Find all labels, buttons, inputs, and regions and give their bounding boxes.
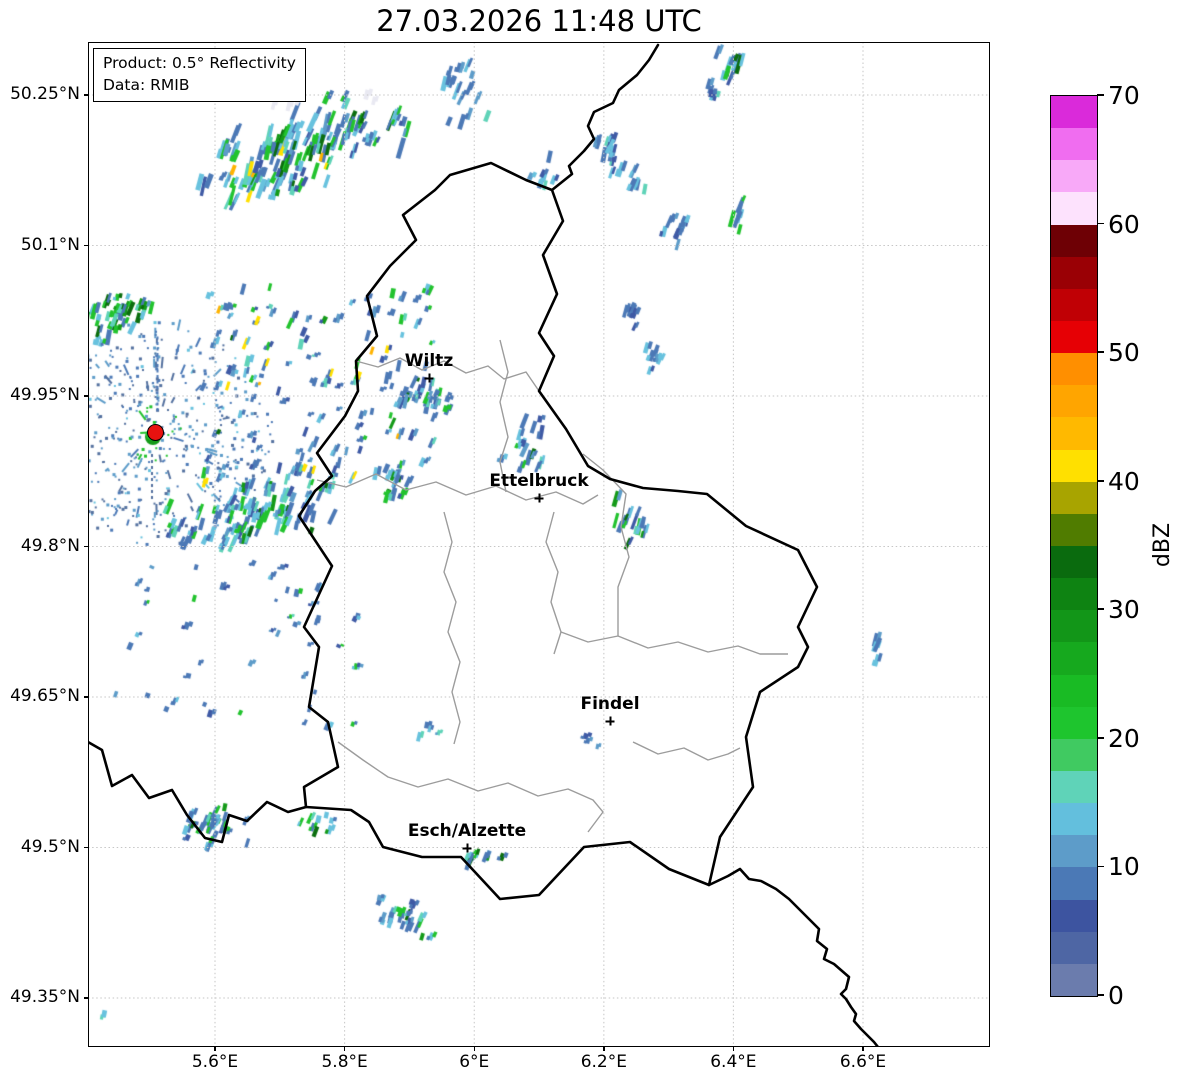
product-info-line: Product: 0.5° Reflectivity [103, 54, 296, 72]
x-tick-mark [473, 1047, 475, 1051]
colorbar-tick-mark [1097, 94, 1104, 96]
colorbar-segment [1051, 256, 1097, 289]
colorbar-segment [1051, 96, 1097, 129]
colorbar-tick-mark [1097, 351, 1104, 354]
colorbar-tick-mark [1097, 994, 1104, 996]
x-tick-mark [214, 1047, 216, 1051]
y-tick-mark [84, 846, 88, 849]
y-tick-label: 49.8°N [20, 535, 80, 556]
city-label-esch-alzette: Esch/Alzette [407, 821, 527, 841]
colorbar-tick-label: 0 [1108, 981, 1124, 1010]
x-tick-label: 6°E [459, 1052, 490, 1072]
map-borders-layer [88, 42, 990, 1047]
city-label-wiltz: Wiltz [404, 351, 454, 371]
colorbar-segment [1051, 192, 1097, 225]
colorbar-segment [1051, 449, 1097, 482]
colorbar-segment [1051, 385, 1097, 418]
x-tick-label: 6.4°E [710, 1052, 757, 1072]
y-tick-label: 49.95°N [10, 384, 80, 405]
colorbar-tick-mark [1097, 865, 1104, 868]
city-marker-wiltz [424, 373, 434, 383]
colorbar-tick-mark [1097, 222, 1104, 225]
colorbar-tick-mark [1097, 608, 1104, 611]
city-marker-ettelbruck [534, 493, 544, 503]
district-borders [316, 339, 788, 833]
colorbar-segment [1051, 899, 1097, 932]
reflectivity-colorbar [1050, 95, 1098, 997]
colorbar-tick-label: 60 [1108, 209, 1140, 239]
colorbar-segment [1051, 417, 1097, 450]
colorbar-tick-mark [1097, 736, 1104, 739]
x-tick-mark [732, 1047, 735, 1051]
x-tick-label: 5.8°E [321, 1052, 368, 1072]
radar-figure: 27.03.2026 11:48 UTC Product: 0.5° Refle… [0, 0, 1184, 1081]
colorbar-segment [1051, 835, 1097, 868]
radar-site-marker [146, 423, 164, 441]
colorbar-segment [1051, 320, 1097, 354]
y-tick-label: 50.25°N [10, 83, 80, 104]
y-tick-label: 49.35°N [10, 986, 80, 1007]
colorbar-segment [1051, 578, 1097, 611]
colorbar-segment [1051, 288, 1097, 321]
colorbar-segment [1051, 738, 1097, 771]
x-tick-mark [603, 1047, 605, 1051]
data-source-line: Data: RMIB [103, 75, 190, 94]
belgium-germany-border [550, 43, 660, 192]
x-tick-mark [344, 1047, 346, 1051]
colorbar-tick-label: 30 [1108, 595, 1140, 625]
y-tick-mark [84, 696, 88, 698]
colorbar-segment [1051, 224, 1097, 257]
city-label-ettelbruck: Ettelbruck [489, 471, 589, 491]
colorbar-segment [1051, 610, 1097, 643]
city-marker-findel [605, 716, 615, 726]
colorbar-segment [1051, 931, 1097, 964]
colorbar-tick-label: 70 [1108, 81, 1140, 110]
colorbar-segment [1051, 545, 1097, 579]
colorbar-segment [1051, 803, 1097, 836]
colorbar-segment [1051, 706, 1097, 739]
x-tick-label: 6.2°E [580, 1052, 627, 1072]
colorbar-segment [1051, 513, 1097, 546]
colorbar-segment [1051, 481, 1097, 514]
y-tick-label: 49.65°N [10, 685, 80, 706]
y-tick-mark [84, 244, 88, 247]
colorbar-segment [1051, 160, 1097, 193]
x-tick-label: 6.6°E [839, 1052, 887, 1072]
country-borders [88, 43, 880, 1047]
colorbar-tick-label: 40 [1108, 466, 1140, 496]
y-tick-mark [84, 94, 88, 96]
city-label-findel: Findel [580, 694, 640, 714]
colorbar-tick-mark [1097, 479, 1104, 482]
colorbar-tick-label: 10 [1108, 852, 1140, 882]
france-germany-border [707, 867, 880, 1047]
city-marker-esch-alzette [462, 843, 472, 853]
colorbar-unit-label: dBZ [1150, 522, 1175, 568]
x-tick-label: 5.6°E [191, 1052, 239, 1072]
colorbar-segment [1051, 770, 1097, 804]
y-tick-mark [84, 395, 88, 397]
y-tick-mark [84, 997, 88, 999]
colorbar-tick-label: 20 [1108, 723, 1140, 753]
colorbar-segment [1051, 128, 1097, 161]
y-tick-mark [84, 545, 88, 548]
colorbar-segment [1051, 353, 1097, 386]
luxembourg-border [297, 161, 819, 901]
colorbar-segment [1051, 867, 1097, 900]
x-tick-mark [862, 1047, 864, 1051]
france-belgium-border [88, 740, 308, 844]
figure-title: 27.03.2026 11:48 UTC [376, 4, 702, 38]
colorbar-segment [1051, 963, 1097, 996]
y-tick-label: 49.5°N [20, 836, 80, 857]
colorbar-segment [1051, 642, 1097, 675]
colorbar-tick-label: 50 [1108, 338, 1140, 368]
y-tick-label: 50.1°N [20, 234, 80, 255]
colorbar-segment [1051, 674, 1097, 707]
product-info-box: Product: 0.5° Reflectivity Data: RMIB [93, 48, 306, 103]
